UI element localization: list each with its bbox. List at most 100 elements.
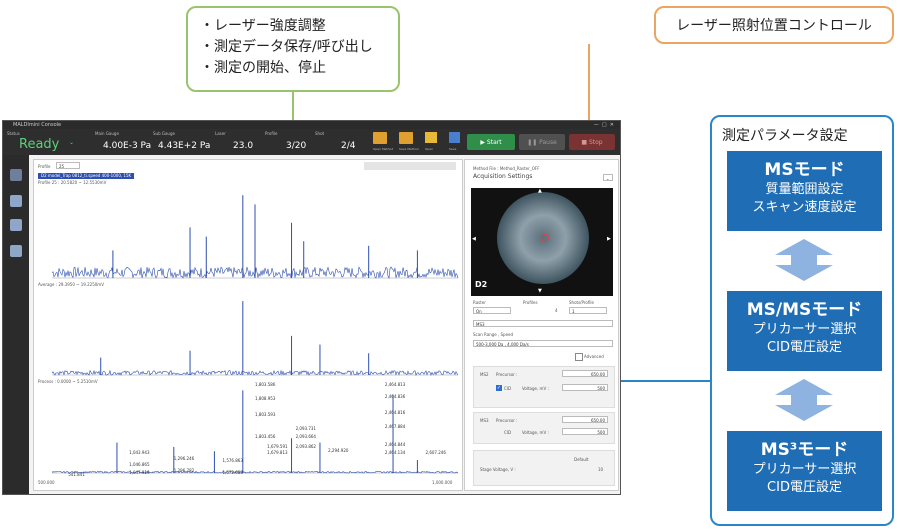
x-end-label: 1,000.000: [432, 480, 453, 485]
peak-label: 1,679.813: [267, 450, 288, 455]
mode-title: MS³モード: [760, 440, 849, 460]
arrow-down-icon[interactable]: ▼: [538, 288, 542, 294]
peak-label: 2,464.816: [385, 410, 406, 415]
callout-measurement-parameters: 測定パラメータ設定 MSモード 質量範囲設定 スキャン速度設定 MS/MSモード…: [710, 115, 894, 526]
peak-label: 1,043.943: [129, 450, 150, 455]
peak-label: 2,607.246: [426, 450, 447, 455]
ms3-label: MS3: [480, 418, 489, 423]
peak-label: 541.841: [68, 472, 85, 477]
shot-label: Shot: [315, 131, 325, 136]
ms2-precursor-input[interactable]: 650.00: [562, 370, 608, 377]
ms3-precursor-input[interactable]: 650.00: [562, 416, 608, 423]
cid-label: CID: [504, 386, 512, 391]
start-button[interactable]: ▶ Start: [467, 134, 515, 150]
main-gauge-label: Main Gauge: [95, 131, 119, 136]
advanced-checkbox[interactable]: [575, 353, 583, 361]
peak-label: 2,464.813: [385, 382, 406, 387]
scan-range-select[interactable]: 500-3,000 Da , 4,000 Da/s: [473, 340, 613, 347]
title-bar: MALDImini Console — □ ✕: [3, 121, 620, 129]
callout-line: ・レーザー強度調整: [200, 18, 326, 34]
app-window: MALDImini Console — □ ✕ Status Ready ⌄ M…: [2, 120, 621, 495]
mode-title: MS/MSモード: [746, 300, 863, 320]
peak-label: 2,093.731: [296, 426, 317, 431]
sub-gauge-label: Sub Gauge: [153, 131, 175, 136]
mode-line: CID電圧設定: [767, 340, 842, 355]
callout-text: レーザー照射位置コントロール: [676, 18, 872, 34]
ms2-precursor-label: Precursor :: [496, 372, 518, 377]
arrow-up-icon[interactable]: ▲: [538, 188, 542, 194]
spectrum-trace: [51, 470, 459, 474]
laser-value[interactable]: 23.0: [233, 141, 253, 151]
sub-gauge-value: 4.43E+2 Pa: [158, 141, 211, 151]
window-title: MALDImini Console: [13, 122, 62, 128]
laser-target-marker: [541, 234, 549, 242]
peak-label: 2,093.664: [296, 434, 317, 439]
peak-label: 2,294.920: [328, 448, 349, 453]
peak-label: 2,467.884: [385, 424, 406, 429]
sidebar-item-list[interactable]: [10, 219, 22, 231]
status-label: Status: [7, 131, 20, 136]
stop-label: Stop: [588, 138, 603, 146]
ms2-voltage-input[interactable]: 500: [562, 384, 608, 391]
callout-line: ・測定の開始、停止: [200, 60, 326, 76]
double-arrow-icon: [775, 379, 833, 421]
chevron-down-icon[interactable]: ⌄: [69, 139, 74, 146]
peak-label: 1,047.919: [129, 470, 150, 475]
mode-title: MSモード: [764, 160, 845, 180]
profile-label: Profile: [265, 131, 278, 136]
cid-checkbox[interactable]: ✓: [496, 385, 502, 391]
sidebar-item-method[interactable]: [10, 195, 22, 207]
plate-position-label: D2: [475, 280, 488, 289]
arrow-left-icon[interactable]: ◀: [472, 236, 476, 242]
double-arrow-icon: [775, 239, 833, 281]
open-label[interactable]: Open: [425, 147, 433, 151]
start-label: Start: [486, 138, 502, 146]
sidebar-item-report[interactable]: [10, 245, 22, 257]
save-icon[interactable]: [449, 132, 460, 143]
ms3-voltage-input[interactable]: 500: [562, 428, 608, 435]
peak-label: 2,464.836: [385, 394, 406, 399]
chevron-down-icon[interactable]: ⌄: [603, 174, 613, 181]
open-method-label[interactable]: Open Method: [373, 147, 393, 151]
peak-label: 1,572.688: [223, 470, 244, 475]
shots-select[interactable]: 1: [569, 307, 607, 314]
callout-title: 測定パラメータ設定: [722, 128, 848, 144]
profiles-value[interactable]: 4: [555, 308, 558, 313]
spectrum-plots: 1,043.943 1,046.865 1,047.919 1,296.246 1,29…: [51, 195, 459, 477]
scan-range-value: 500-3,000 Da , 4,000 Da/s: [476, 342, 529, 347]
x-start-label: 500.000: [38, 480, 55, 485]
raster-select[interactable]: On: [473, 307, 511, 314]
arrow-right-icon[interactable]: ▶: [607, 236, 611, 242]
sample-plate-view[interactable]: D2 ▲ ▼ ◀ ▶: [471, 188, 613, 296]
shots-label: Shots/Profile: [569, 300, 594, 305]
peak-label: 2,464.844: [385, 442, 406, 447]
shots-value: 1: [572, 309, 575, 314]
toolbar: Status Ready ⌄ Main Gauge 4.00E-3 Pa Sub…: [3, 129, 620, 155]
save-label[interactable]: Save: [449, 147, 456, 151]
pause-button[interactable]: ❚❚ Pause: [519, 134, 565, 150]
mode-line: プリカーサー選択: [752, 322, 857, 337]
raster-value: On: [476, 309, 482, 314]
save-method-icon[interactable]: [399, 132, 413, 144]
mode-select[interactable]: MS3: [473, 320, 613, 327]
ms2-precursor-value: 650.00: [591, 372, 605, 377]
mode-line: プリカーサー選択: [752, 462, 857, 477]
save-method-label[interactable]: Save Method: [399, 147, 419, 151]
peak-label: 1,803.456: [255, 434, 276, 439]
callout-laser-data-control: ・レーザー強度調整 ・測定データ保存/呼び出し ・測定の開始、停止: [186, 6, 400, 92]
cid-label: CID: [504, 430, 512, 435]
laser-label: Laser: [215, 131, 226, 136]
stop-button[interactable]: ■ Stop: [569, 134, 615, 150]
window-controls[interactable]: — □ ✕: [594, 121, 614, 129]
peak-label: 1,803.593: [255, 412, 276, 417]
profile-value: 3/20: [286, 141, 307, 151]
sidebar-item-measure[interactable]: [10, 169, 22, 181]
peak-label: 2,464.134: [385, 450, 406, 455]
pause-label: Pause: [539, 138, 557, 146]
spectrum-trace: [51, 369, 459, 377]
ms2-settings: MS2 Precursor : 650.00 ✓ CID Voltage, mV…: [473, 366, 615, 408]
ms3-voltage-value: 500: [597, 430, 605, 435]
open-method-icon[interactable]: [373, 132, 387, 144]
ms2-voltage-label: Voltage, mV :: [522, 386, 549, 391]
folder-icon[interactable]: [425, 132, 437, 143]
